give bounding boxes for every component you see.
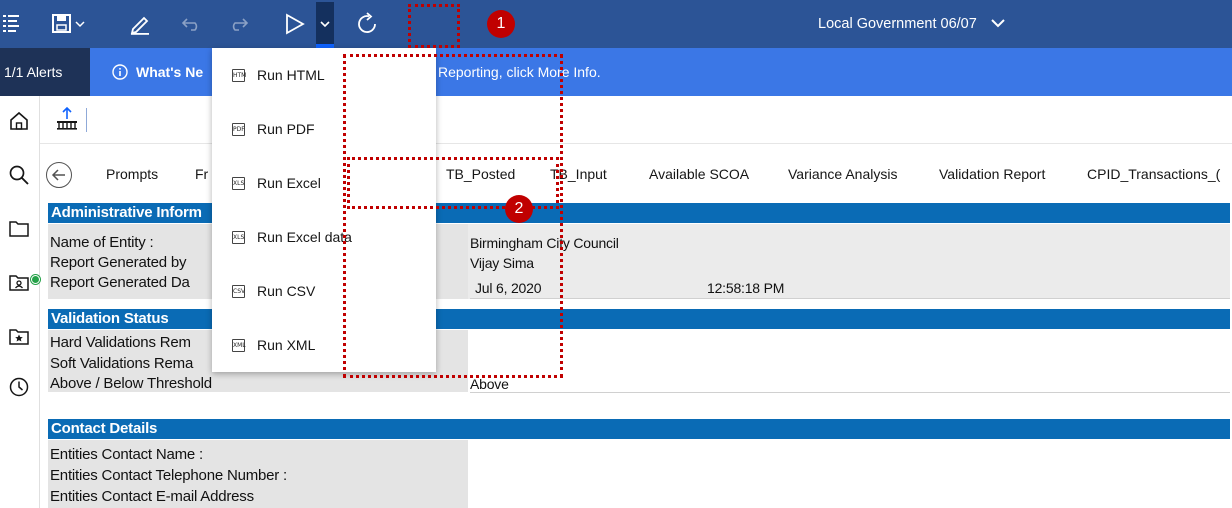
- menu-item-label: Run CSV: [257, 283, 316, 299]
- menu-item-label: Run HTML: [257, 67, 325, 83]
- excel-data-file-icon: XLS: [232, 230, 245, 244]
- toolbar-divider: [86, 108, 87, 132]
- tab-front[interactable]: Fr: [195, 166, 208, 182]
- tab-available-scoa[interactable]: Available SCOA: [649, 166, 749, 182]
- menu-item-label: Run Excel: [257, 175, 321, 191]
- run-icon: [286, 13, 305, 35]
- report-generated-date-label: Report Generated Da: [50, 274, 190, 291]
- recent-icon[interactable]: [4, 372, 34, 402]
- contents-icon[interactable]: [0, 0, 22, 48]
- refresh-icon[interactable]: [354, 0, 382, 48]
- hard-validations-label: Hard Validations Rem: [50, 334, 191, 351]
- contact-name-label: Entities Contact Name :: [50, 446, 203, 463]
- soft-validations-label: Soft Validations Rema: [50, 355, 194, 372]
- home-icon[interactable]: [4, 106, 34, 136]
- alert-message-title: What's Ne: [136, 64, 204, 80]
- contact-phone-label: Entities Contact Telephone Number :: [50, 467, 288, 484]
- left-rail: [0, 96, 40, 508]
- xml-file-icon: XML: [232, 338, 246, 352]
- package-title[interactable]: Local Government 06/07: [818, 0, 977, 48]
- callout-badge-1: 1: [487, 10, 515, 38]
- html-file-icon: HTM: [232, 68, 246, 82]
- tab-cpid-transactions[interactable]: CPID_Transactions_(: [1087, 166, 1220, 182]
- threshold-value: Above: [470, 376, 509, 392]
- folder-icon[interactable]: [4, 214, 34, 244]
- callout-box-1: [408, 4, 460, 48]
- threshold-label: Above / Below Threshold: [50, 375, 212, 392]
- contact-email-label: Entities Contact E-mail Address: [50, 488, 254, 505]
- validation-separator: [470, 392, 1230, 393]
- admin-separator: [470, 298, 1230, 299]
- callout-badge-2: 2: [505, 195, 533, 223]
- menu-item-label: Run XML: [257, 337, 316, 353]
- name-of-entity-label: Name of Entity :: [50, 234, 154, 251]
- my-content-icon[interactable]: [4, 268, 34, 298]
- run-button[interactable]: [278, 0, 334, 48]
- menu-item-label: Run Excel data: [257, 229, 352, 245]
- report-generated-by-label: Report Generated by: [50, 254, 187, 271]
- search-icon[interactable]: [4, 160, 34, 190]
- alerts-count[interactable]: 1/1 Alerts: [0, 48, 90, 96]
- generated-time-value: 12:58:18 PM: [707, 280, 785, 296]
- tab-prompts[interactable]: Prompts: [106, 166, 158, 182]
- alert-message[interactable]: What's Ne: [112, 48, 203, 96]
- info-icon: [112, 64, 128, 80]
- alert-bar: 1/1 Alerts What's Ne Reporting, click Mo…: [0, 48, 1232, 96]
- top-toolbar: Local Government 06/07: [0, 0, 1232, 48]
- favorites-folder-icon[interactable]: [4, 322, 34, 352]
- edit-icon[interactable]: [126, 0, 154, 48]
- csv-file-icon: CSV: [232, 284, 245, 298]
- redo-icon[interactable]: [226, 0, 252, 48]
- undo-icon[interactable]: [178, 0, 204, 48]
- pdf-file-icon: PDF: [232, 122, 245, 136]
- export-icon[interactable]: [52, 104, 82, 134]
- tab-variance-analysis[interactable]: Variance Analysis: [788, 166, 897, 182]
- back-button[interactable]: [46, 162, 72, 188]
- menu-item-label: Run PDF: [257, 121, 315, 137]
- save-icon[interactable]: [48, 0, 88, 48]
- tab-validation-report[interactable]: Validation Report: [939, 166, 1045, 182]
- arrow-left-icon: [51, 169, 65, 181]
- chevron-down-icon: [320, 21, 330, 28]
- package-chevron-down-icon[interactable]: [990, 15, 1006, 31]
- excel-file-icon: XLS: [232, 176, 245, 190]
- section-header-contact: Contact Details: [48, 419, 1230, 439]
